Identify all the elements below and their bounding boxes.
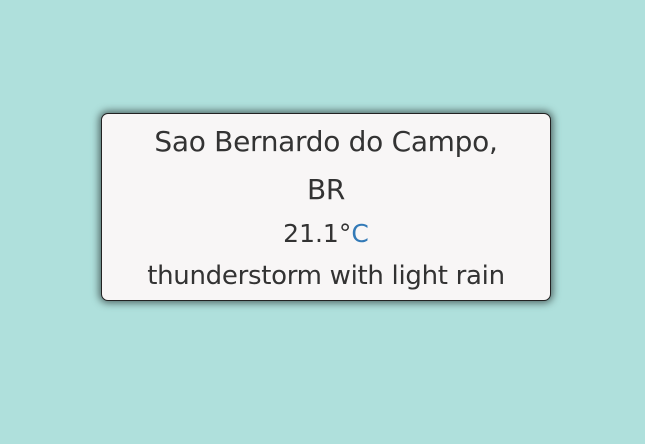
unit-toggle[interactable]: C xyxy=(351,219,368,248)
weather-card: Sao Bernardo do Campo, BR 21.1°C thunder… xyxy=(101,113,551,301)
country-code: BR xyxy=(306,173,346,206)
city-name: Sao Bernardo do Campo, xyxy=(154,125,498,158)
location: Sao Bernardo do Campo, BR xyxy=(102,118,550,214)
weather-description: thunderstorm with light rain xyxy=(147,261,505,291)
temperature-value: 21.1° xyxy=(283,219,352,248)
temperature-row: 21.1°C xyxy=(102,212,550,256)
